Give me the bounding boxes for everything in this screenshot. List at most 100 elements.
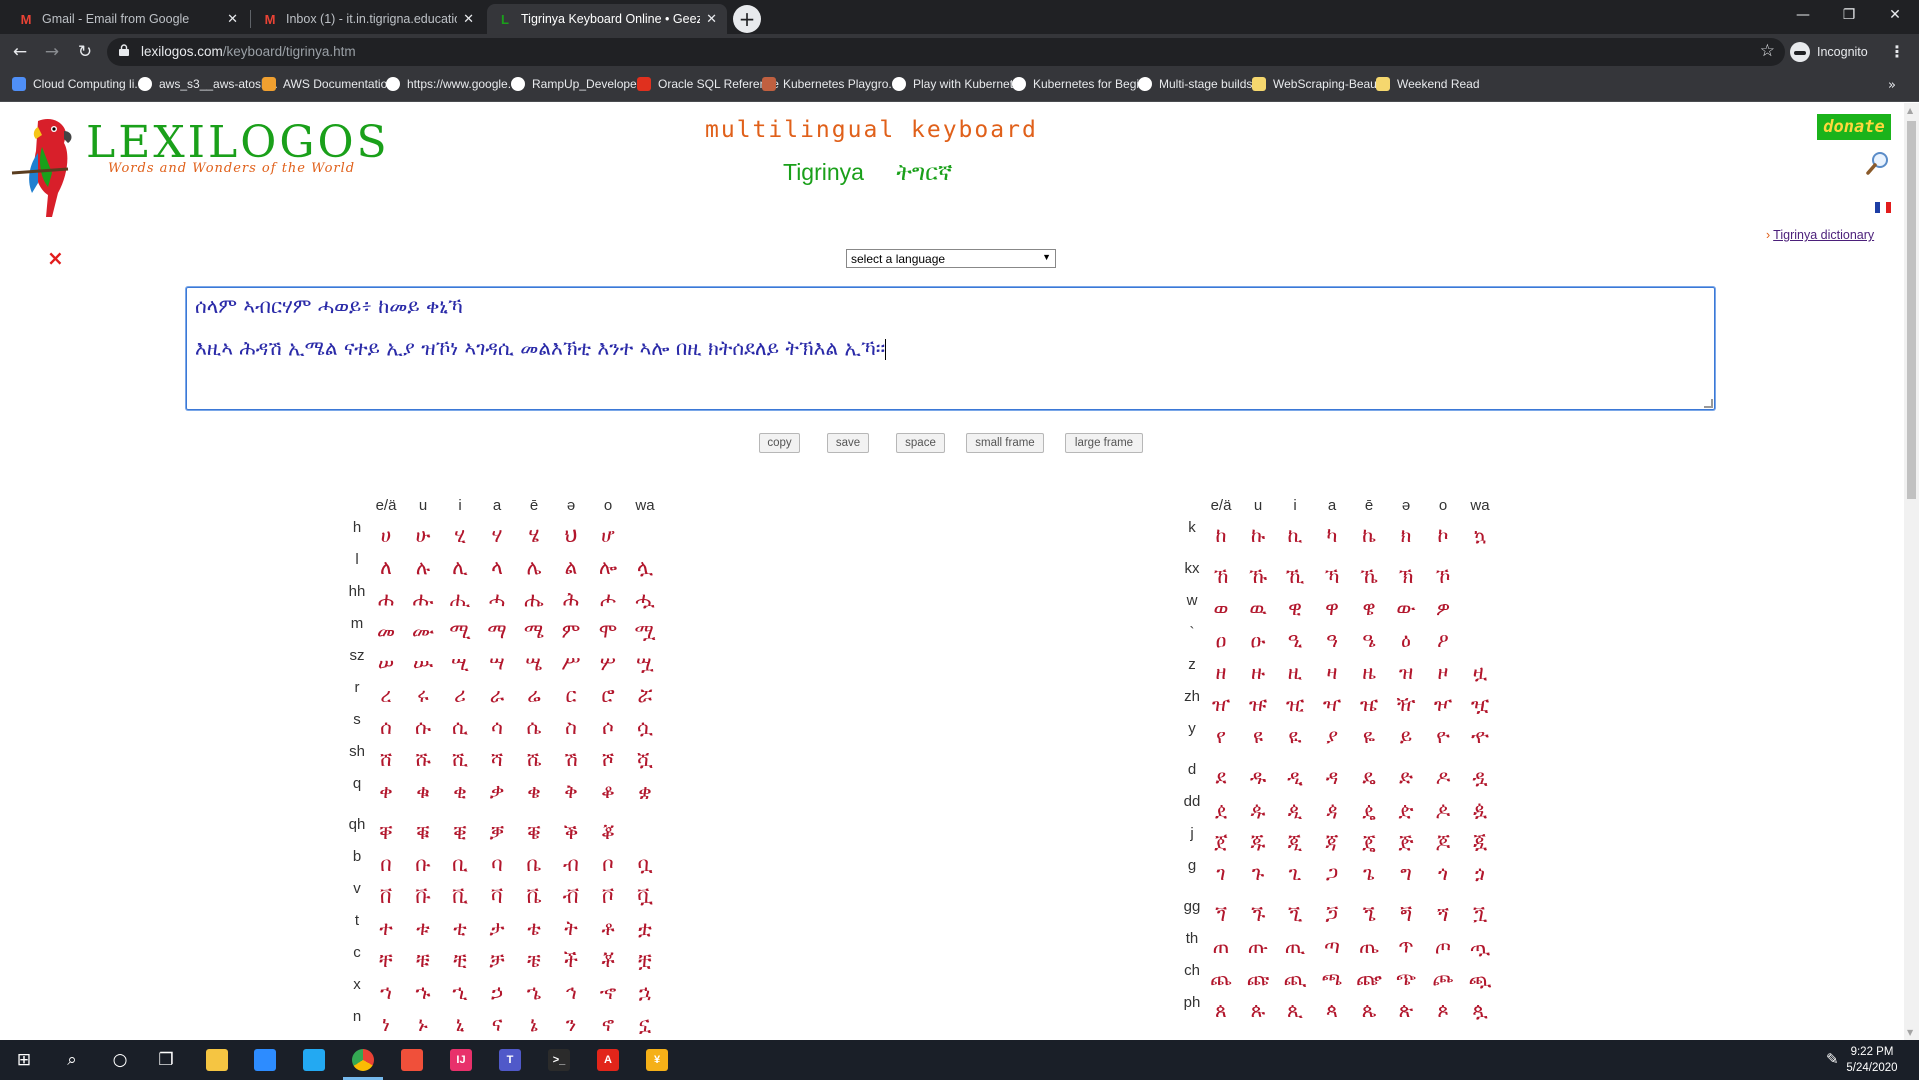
geez-character-key[interactable]: ቫ	[477, 884, 517, 908]
geez-character-key[interactable]: ዷ	[1460, 765, 1500, 789]
geez-character-key[interactable]: ሮ	[588, 683, 628, 707]
geez-character-key[interactable]: ው	[1386, 596, 1426, 620]
vscode-icon[interactable]	[290, 1040, 338, 1080]
geez-character-key[interactable]: ሥ	[551, 651, 591, 675]
geez-character-key[interactable]: ቆ	[588, 779, 628, 803]
geez-character-key[interactable]: ጣ	[1312, 934, 1352, 958]
geez-character-key[interactable]: ኖ	[588, 1012, 628, 1036]
bookmark-item[interactable]: Cloud Computing li...	[12, 77, 144, 91]
geez-character-key[interactable]: ወ	[1201, 596, 1241, 620]
geez-character-key[interactable]: ዳ	[1312, 765, 1352, 789]
geez-character-key[interactable]: ኁ	[403, 980, 443, 1004]
dictionary-link[interactable]: Tigrinya dictionary	[1766, 228, 1874, 242]
geez-character-key[interactable]: ሀ	[366, 523, 406, 547]
bookmark-item[interactable]: RampUp_Developer...	[511, 77, 650, 91]
geez-character-key[interactable]: ጨ	[1201, 966, 1241, 990]
geez-character-key[interactable]: ጲ	[1275, 998, 1315, 1022]
app-icon[interactable]: ¥	[633, 1040, 681, 1080]
geez-character-key[interactable]: ቓ	[477, 820, 517, 844]
bookmark-item[interactable]: AWS Documentation	[262, 77, 394, 91]
geez-character-key[interactable]: ቃ	[477, 779, 517, 803]
geez-character-key[interactable]: ቴ	[514, 916, 554, 940]
bookmark-item[interactable]: WebScraping-Beaut...	[1252, 77, 1390, 91]
geez-character-key[interactable]: ዒ	[1275, 628, 1315, 652]
geez-character-key[interactable]: ጱ	[1238, 998, 1278, 1022]
geez-character-key[interactable]: ስ	[551, 715, 591, 739]
geez-character-key[interactable]: ጋ	[1312, 861, 1352, 885]
geez-character-key[interactable]: ጰ	[1201, 998, 1241, 1022]
search-icon[interactable]: ⌕	[48, 1040, 96, 1080]
task-view-icon[interactable]: ❐	[142, 1040, 190, 1080]
tab-tigrinya-keyboard[interactable]: L Tigrinya Keyboard Online • Geez ✕	[487, 4, 727, 34]
geez-character-key[interactable]: ቂ	[440, 779, 480, 803]
geez-character-key[interactable]: ሽ	[551, 747, 591, 771]
geez-character-key[interactable]: ቯ	[625, 884, 665, 908]
geez-character-key[interactable]: ኮ	[1423, 523, 1463, 547]
geez-character-key[interactable]: ቾ	[588, 948, 628, 972]
geez-character-key[interactable]: ሴ	[514, 715, 554, 739]
geez-character-key[interactable]: ዮ	[1423, 724, 1463, 748]
system-clock[interactable]: 9:22 PM 5/24/2020	[1832, 1044, 1912, 1076]
bookmark-item[interactable]: Kubernetes Playgro...	[762, 77, 898, 91]
geez-character-key[interactable]: ጠ	[1201, 934, 1241, 958]
geez-character-key[interactable]: ጮ	[1423, 966, 1463, 990]
geez-character-key[interactable]: ኸ	[1201, 564, 1241, 588]
chrome-icon[interactable]	[339, 1040, 387, 1080]
geez-character-key[interactable]: ዠ	[1201, 692, 1241, 716]
geez-character-key[interactable]: ጌ	[1349, 861, 1389, 885]
geez-character-key[interactable]: ዼ	[1349, 797, 1389, 821]
geez-character-key[interactable]: ጆ	[1423, 829, 1463, 853]
geez-character-key[interactable]: የ	[1201, 724, 1241, 748]
geez-character-key[interactable]: ካ	[1312, 523, 1352, 547]
geez-character-key[interactable]: ዔ	[1349, 628, 1389, 652]
teams-icon[interactable]: T	[486, 1040, 534, 1080]
geez-character-key[interactable]: ኽ	[1386, 564, 1426, 588]
geez-character-key[interactable]: ዝ	[1386, 660, 1426, 684]
geez-character-key[interactable]: ዌ	[1349, 596, 1389, 620]
geez-character-key[interactable]: ኾ	[1423, 564, 1463, 588]
geez-character-key[interactable]: ጥ	[1386, 934, 1426, 958]
scrollbar-thumb[interactable]	[1907, 121, 1916, 499]
geez-character-key[interactable]: ቷ	[625, 916, 665, 940]
bookmarks-overflow-icon[interactable]: »	[1888, 78, 1896, 93]
geez-character-key[interactable]: ጴ	[1349, 998, 1389, 1022]
bookmark-item[interactable]: Weekend Read	[1376, 77, 1480, 91]
geez-character-key[interactable]: ጩ	[1238, 966, 1278, 990]
geez-character-key[interactable]: ቶ	[588, 916, 628, 940]
geez-character-key[interactable]: ኩ	[1238, 523, 1278, 547]
close-icon[interactable]: ✕	[706, 11, 717, 27]
geez-character-key[interactable]: ኻ	[1312, 564, 1352, 588]
geez-character-key[interactable]: ሄ	[514, 523, 554, 547]
geez-character-key[interactable]: ዡ	[1238, 692, 1278, 716]
geez-character-key[interactable]: ህ	[551, 523, 591, 547]
minimize-icon[interactable]: —	[1780, 0, 1826, 30]
close-icon[interactable]: ✕	[463, 11, 474, 27]
geez-character-key[interactable]: ል	[551, 555, 591, 579]
geez-character-key[interactable]: ቒ	[440, 820, 480, 844]
geez-character-key[interactable]: ሤ	[514, 651, 554, 675]
geez-character-key[interactable]: ሻ	[477, 747, 517, 771]
geez-character-key[interactable]: ሼ	[514, 747, 554, 771]
geez-character-key[interactable]: ጵ	[1386, 998, 1426, 1022]
geez-character-key[interactable]: ጳ	[1312, 998, 1352, 1022]
geez-character-key[interactable]: ዊ	[1275, 596, 1315, 620]
geez-character-key[interactable]: ር	[551, 683, 591, 707]
terminal-icon[interactable]: >_	[535, 1040, 583, 1080]
geez-character-key[interactable]: ኬ	[1349, 523, 1389, 547]
geez-character-key[interactable]: ቦ	[588, 852, 628, 876]
geez-character-key[interactable]: ጡ	[1238, 934, 1278, 958]
bookmark-item[interactable]: aws_s3__aws-atosh...	[138, 77, 278, 91]
geez-character-key[interactable]: ጜ	[1349, 902, 1389, 926]
geez-character-key[interactable]: ዴ	[1349, 765, 1389, 789]
geez-character-key[interactable]: ሡ	[403, 651, 443, 675]
geez-character-key[interactable]: ሃ	[477, 523, 517, 547]
geez-character-key[interactable]: ሣ	[477, 651, 517, 675]
tab-inbox[interactable]: M Inbox (1) - it.in.tigrigna.education@ …	[252, 4, 484, 34]
geez-character-key[interactable]: ሙ	[403, 619, 443, 643]
geez-character-key[interactable]: ጞ	[1423, 902, 1463, 926]
geez-character-key[interactable]: ዎ	[1423, 596, 1463, 620]
geez-character-key[interactable]: ዋ	[1312, 596, 1352, 620]
geez-character-key[interactable]: ሠ	[366, 651, 406, 675]
geez-character-key[interactable]: ቼ	[514, 948, 554, 972]
geez-character-key[interactable]: ዻ	[1312, 797, 1352, 821]
